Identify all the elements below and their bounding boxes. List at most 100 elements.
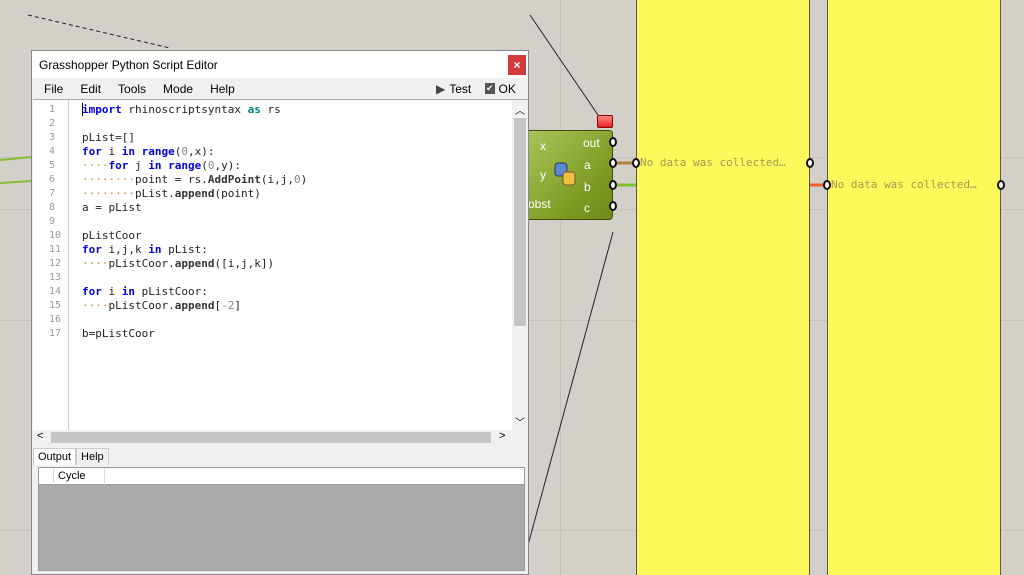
menu-file[interactable]: File [44,82,63,96]
code-token: i [101,285,122,298]
code-token: ········ [82,187,135,200]
code-line[interactable]: import rhinoscriptsyntax as rs [82,103,281,116]
code-line[interactable]: ········point = rs.AddPoint(i,j,0) [82,173,307,186]
code-token: -2 [221,299,235,312]
code-token: (point) [214,187,261,200]
tab-help[interactable]: Help [76,448,109,465]
scroll-left-icon[interactable]: < [37,430,43,442]
menu-help[interactable]: Help [210,82,235,96]
line-number: 11 [49,244,62,255]
title-bar[interactable]: Grasshopper Python Script Editor × [32,51,528,78]
output-grip[interactable] [609,158,617,168]
code-line[interactable]: pList=[] [82,131,135,144]
code-line[interactable]: pListCoor [82,229,142,242]
line-number: 12 [49,258,62,269]
output-c[interactable]: c [584,201,590,215]
line-number: 3 [49,132,56,143]
menu-mode[interactable]: Mode [163,82,193,96]
output-b[interactable]: b [584,180,591,194]
code-line[interactable]: ········pList.append(point) [82,187,261,200]
code-token: rs [260,103,281,116]
code-token: i,j,k [101,243,149,256]
scroll-up-icon[interactable]: ︿ [515,102,525,117]
code-token: 0 [207,159,215,172]
panel-input-grip[interactable] [823,180,831,190]
input-y[interactable]: y [540,168,546,182]
line-number: 17 [49,328,62,339]
code-token: rhinoscriptsyntax [121,103,248,116]
scroll-thumb[interactable] [51,432,491,443]
line-number: 16 [49,314,62,325]
output-out[interactable]: out [583,136,600,150]
output-a[interactable]: a [584,158,591,172]
code-token: (i,j, [260,173,294,186]
code-token: in [148,159,162,172]
output-grip[interactable] [609,137,617,147]
python-component[interactable]: x y obst out a b c [528,130,613,220]
code-token: ) [300,173,308,186]
code-token: a = pList [82,201,142,214]
code-token: append [174,257,215,270]
code-token: in [121,285,135,298]
code-line[interactable]: ····for j in range(0,y): [82,159,241,172]
input-x[interactable]: x [540,139,546,153]
menu-edit[interactable]: Edit [80,82,101,96]
code-line[interactable]: b=pListCoor [82,327,155,340]
play-icon: ▶ [436,81,446,96]
script-editor-window: Grasshopper Python Script Editor × File … [31,50,529,575]
panel-output-grip[interactable] [806,158,814,168]
code-line[interactable]: for i,j,k in pList: [82,243,208,256]
line-number: 9 [49,216,56,227]
checkbox-icon: ✔ [485,83,495,94]
output-header: Cycle [39,468,524,485]
window-title: Grasshopper Python Script Editor [39,58,218,72]
code-token: i [101,145,122,158]
line-number: 6 [49,174,56,185]
scroll-thumb[interactable] [514,118,526,326]
code-token: point = rs. [134,173,208,186]
code-token: in [148,243,162,256]
warning-indicator-icon[interactable] [597,115,613,128]
output-grip[interactable] [609,180,617,190]
code-token: pListCoor. [108,257,175,270]
panel-b[interactable]: No data was collected… [827,0,1001,575]
code-line[interactable]: for i in range(0,x): [82,145,215,158]
line-number: 1 [49,104,56,115]
output-grip[interactable] [609,201,617,211]
panel-message: No data was collected… [640,156,786,169]
scroll-down-icon[interactable]: ﹀ [515,414,525,429]
code-editor[interactable]: 1 2 3 4 5 6 7 8 9 10 11 12 13 14 15 16 17 import rhinosc… [33,99,528,445]
code-token: b=pListCoor [82,327,155,340]
panel-output-grip[interactable] [997,180,1005,190]
python-logo-icon [554,162,576,186]
line-number-gutter: 1 2 3 4 5 6 7 8 9 10 11 12 13 14 15 16 17 [33,100,69,430]
panel-a[interactable]: No data was collected… [636,0,810,575]
tab-output[interactable]: Output [33,448,77,465]
code-line[interactable]: for i in pListCoor: [82,285,208,298]
code-line[interactable]: ····pListCoor.append([i,j,k]) [82,257,274,270]
line-number: 4 [49,146,56,157]
horizontal-scrollbar[interactable]: < > [33,430,528,445]
menu-tools[interactable]: Tools [118,82,146,96]
column-cycle[interactable]: Cycle [58,470,86,482]
scroll-right-icon[interactable]: > [499,430,505,442]
code-line[interactable]: ····pListCoor.append[-2] [82,299,241,312]
close-button[interactable]: × [508,55,526,75]
input-obst[interactable]: obst [528,197,551,211]
text-cursor [82,103,83,116]
code-token: ········ [82,173,135,186]
code-token: for [108,159,129,172]
code-token: for [82,285,102,298]
panel-input-grip[interactable] [632,158,640,168]
line-number: 13 [49,272,62,283]
test-button[interactable]: ▶ Test [436,78,488,99]
line-number: 8 [49,202,56,213]
code-token: ([i,j,k]) [214,257,275,270]
code-line[interactable]: a = pList [82,201,142,214]
menu-bar: File Edit Tools Mode Help ▶ Test ✔ OK [32,78,528,99]
ok-button[interactable]: ✔ OK [485,78,533,99]
code-token: ,x): [188,145,215,158]
code-token: pListCoor: [135,285,208,298]
vertical-scrollbar[interactable]: ︿ ﹀ [512,100,528,430]
